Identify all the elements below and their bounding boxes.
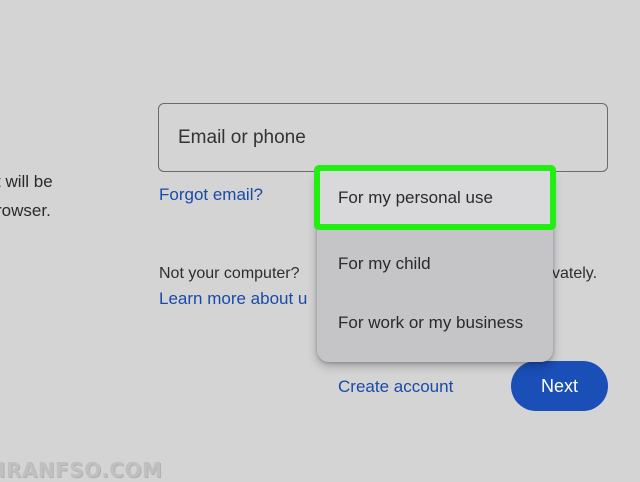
menu-item-personal-use[interactable]: For my personal use — [314, 165, 556, 230]
create-account-button[interactable]: Create account — [338, 377, 453, 397]
not-your-computer-text: Not your computer? — [159, 265, 300, 282]
next-button[interactable]: Next — [511, 361, 608, 411]
create-account-menu: For my personal use For my child For wor… — [314, 165, 556, 362]
email-or-phone-input[interactable] — [158, 103, 608, 172]
learn-more-link[interactable]: Learn more about u — [159, 289, 307, 309]
watermark: IRANFSO.COM — [0, 458, 163, 482]
menu-item-work-or-business[interactable]: For work or my business — [317, 293, 553, 352]
intro-text-line-1: t will be — [0, 172, 53, 191]
intro-text-line-2: rowser. — [0, 201, 51, 220]
not-your-computer-text-end: vately. — [552, 265, 598, 282]
forgot-email-link[interactable]: Forgot email? — [159, 185, 263, 205]
menu-item-my-child[interactable]: For my child — [317, 234, 553, 293]
